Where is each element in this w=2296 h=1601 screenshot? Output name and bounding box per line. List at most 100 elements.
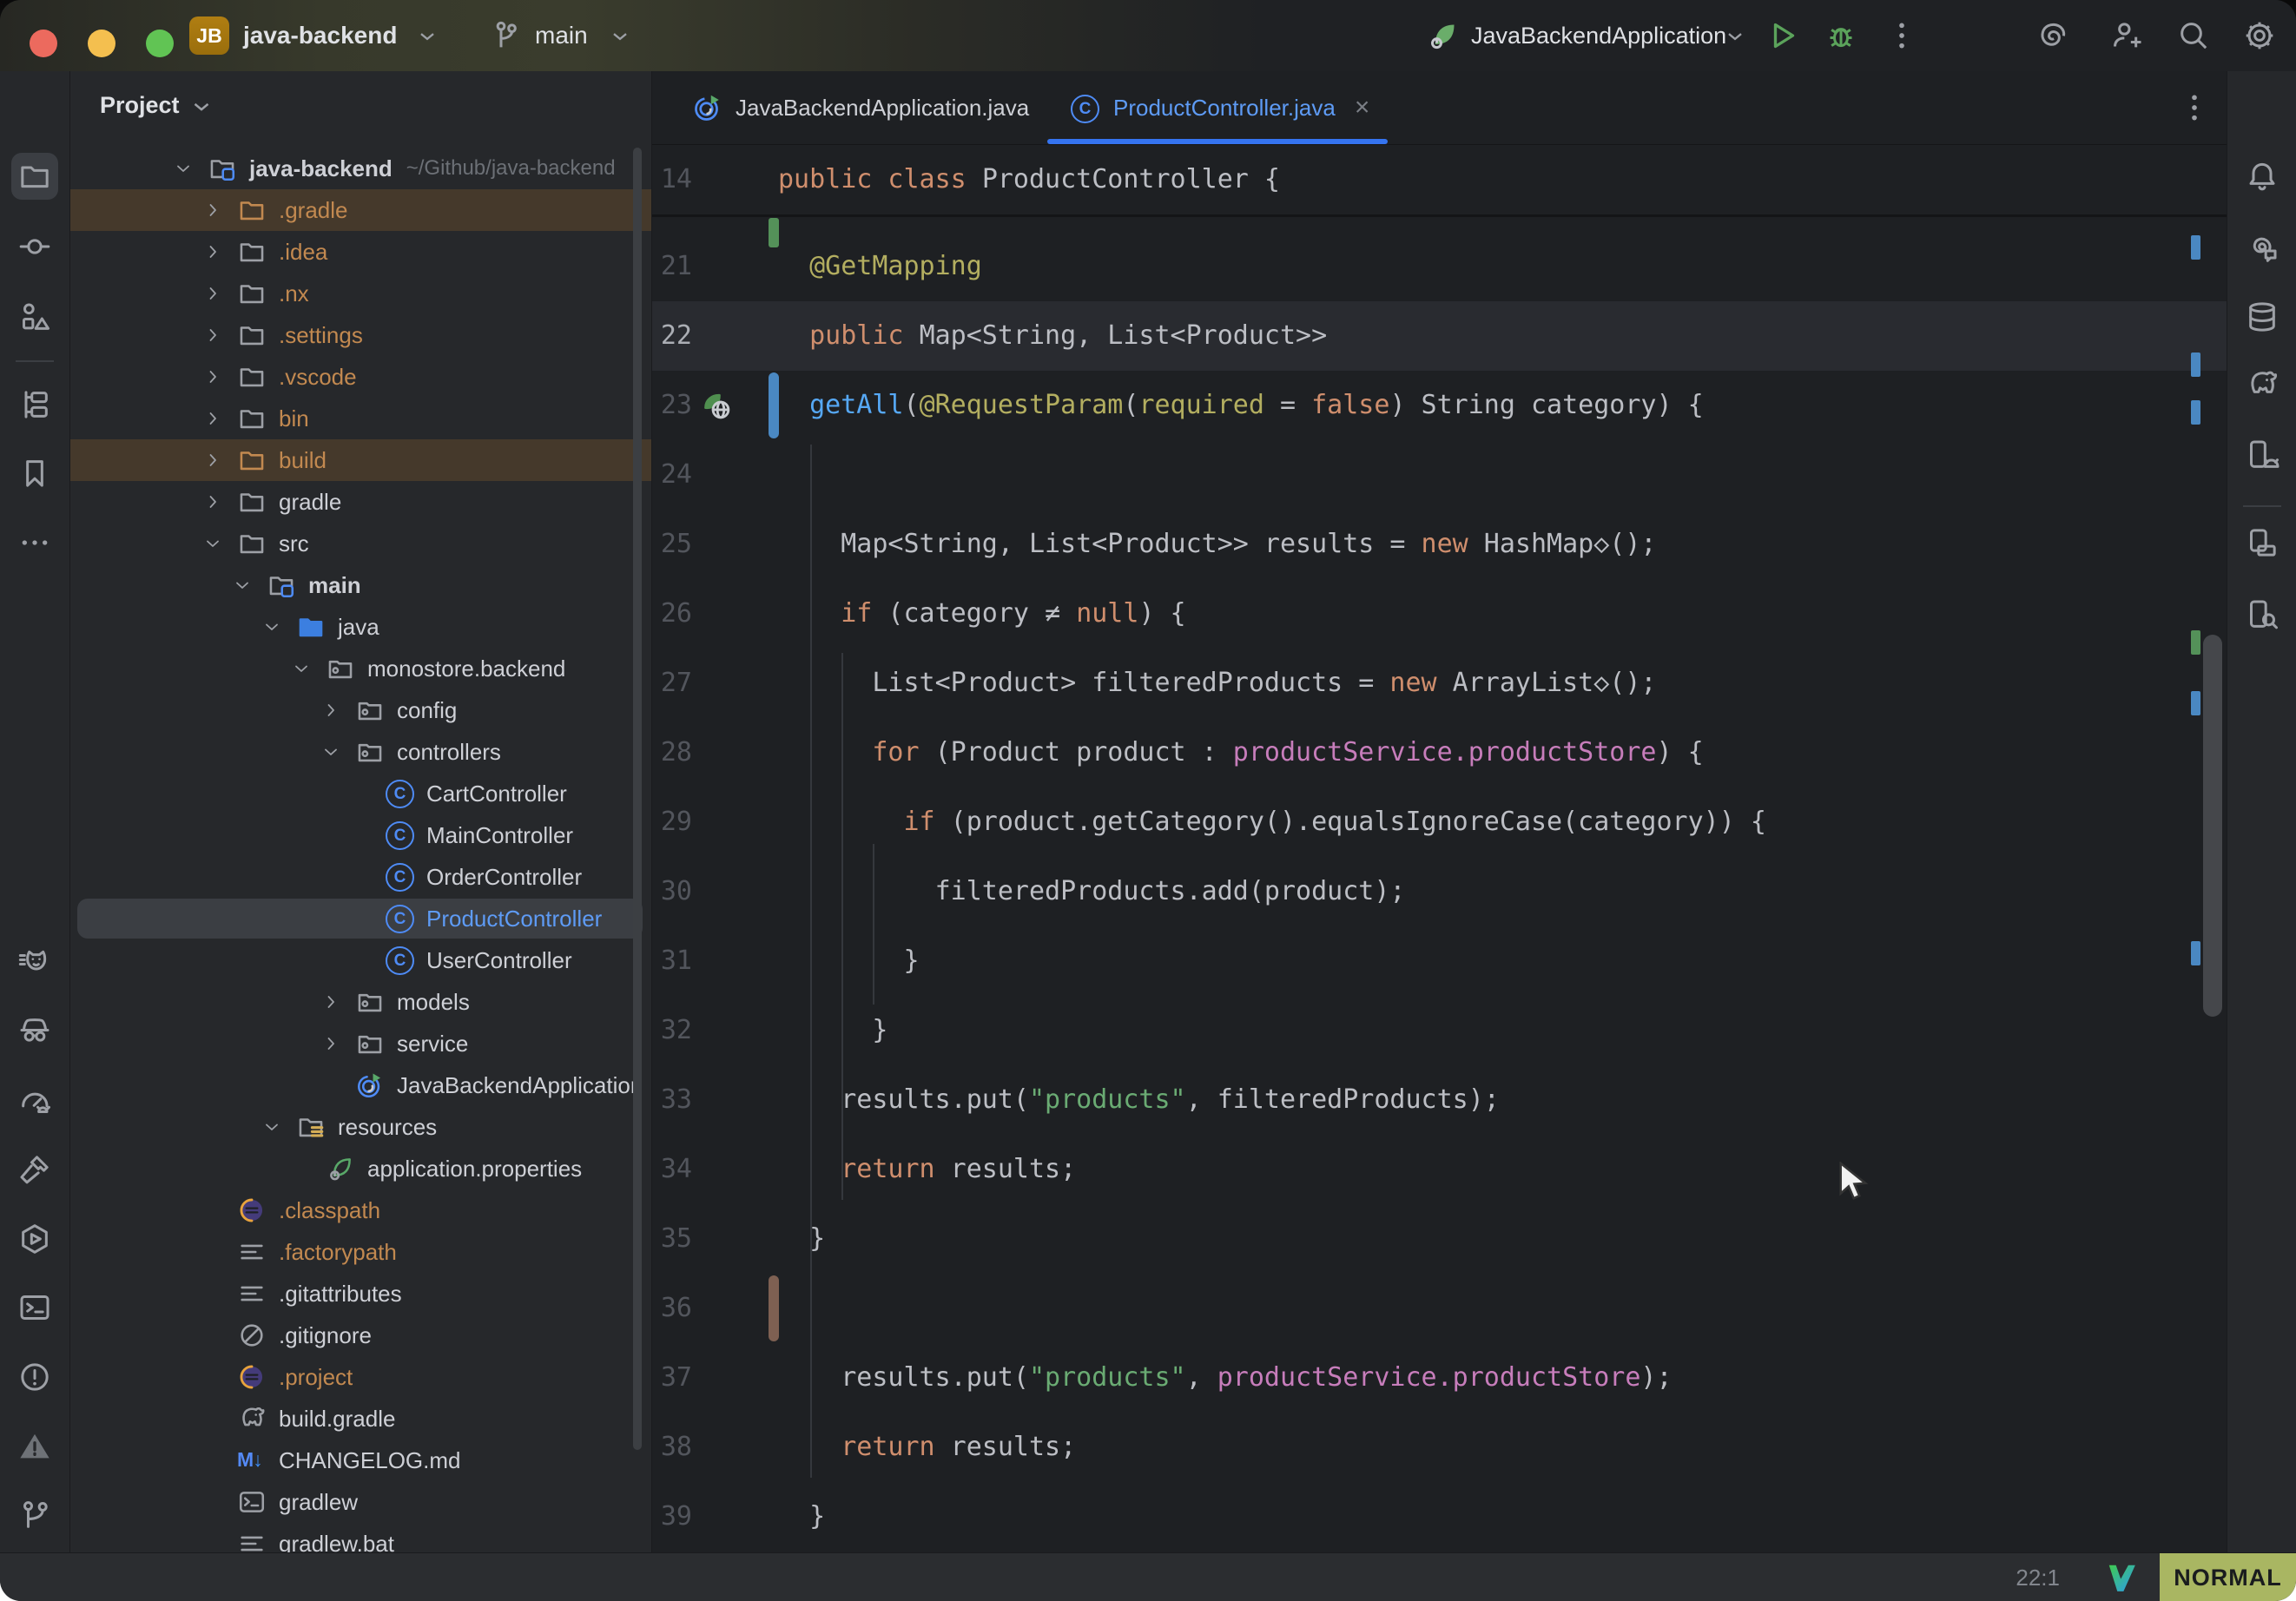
tree-item-bin[interactable]: bin xyxy=(70,398,651,439)
chevron-down-icon[interactable] xyxy=(232,575,253,596)
profiler-icon[interactable] xyxy=(17,1084,52,1118)
build-hammer-icon[interactable] xyxy=(17,1152,52,1187)
chevron-down-icon[interactable] xyxy=(202,533,223,554)
tab-productcontroller[interactable]: C ProductController.java × xyxy=(1047,71,1392,144)
chevron-right-icon[interactable] xyxy=(320,992,341,1012)
tree-item-models[interactable]: models xyxy=(70,981,651,1023)
line-number[interactable]: 29 xyxy=(652,787,692,857)
tree-item-build-gradle[interactable]: build.gradle xyxy=(70,1398,651,1440)
tree-item-config[interactable]: config xyxy=(70,689,651,731)
close-icon[interactable]: × xyxy=(1355,95,1370,121)
line-number[interactable]: 14 xyxy=(652,145,692,214)
chevron-right-icon[interactable] xyxy=(320,1033,341,1054)
line-number[interactable]: 24 xyxy=(652,440,692,510)
code-text[interactable]: } xyxy=(652,1204,2227,1274)
code-text[interactable]: @GetMapping xyxy=(652,232,2227,301)
line-number[interactable]: 34 xyxy=(652,1135,692,1204)
code-text[interactable]: results.put("products", productService.p… xyxy=(652,1343,2227,1413)
tree-item-monostore-backend[interactable]: monostore.backend xyxy=(70,648,651,689)
run-icon[interactable] xyxy=(1765,18,1799,53)
rest-endpoint-icon[interactable] xyxy=(701,390,734,423)
tree-item--nx[interactable]: .nx xyxy=(70,273,651,314)
code-text[interactable]: if (product.getCategory().equalsIgnoreCa… xyxy=(652,787,2227,857)
device-explorer-icon[interactable] xyxy=(2245,597,2280,632)
code-text[interactable]: for (Product product : productService.pr… xyxy=(652,718,2227,787)
git-branch-icon[interactable] xyxy=(17,1498,52,1532)
line-number[interactable]: 35 xyxy=(652,1204,692,1274)
tree-item-cartcontroller[interactable]: CCartController xyxy=(70,773,651,814)
chevron-right-icon[interactable] xyxy=(202,200,223,221)
more-kebab-icon[interactable] xyxy=(1884,18,1919,53)
line-number[interactable]: 36 xyxy=(652,1274,692,1343)
editor-options-kebab-icon[interactable] xyxy=(2177,90,2212,125)
tree-item-src[interactable]: src xyxy=(70,523,651,564)
line-number[interactable]: 26 xyxy=(652,579,692,649)
notifications-bell-icon[interactable] xyxy=(2245,159,2280,194)
warning-icon[interactable] xyxy=(17,1429,52,1464)
tree-item-maincontroller[interactable]: CMainController xyxy=(70,814,651,856)
branch-selector[interactable]: main xyxy=(535,0,588,71)
tree-item-gradlew-bat[interactable]: gradlew.bat xyxy=(70,1523,651,1552)
tree-item-controllers[interactable]: controllers xyxy=(70,731,651,773)
line-number[interactable]: 37 xyxy=(652,1343,692,1413)
line-number[interactable]: 23 xyxy=(652,371,692,440)
project-folder-icon[interactable] xyxy=(17,159,52,194)
ai-swirl-icon[interactable] xyxy=(2035,18,2070,53)
tree-item-javabackendapplication[interactable]: JavaBackendApplication xyxy=(70,1064,651,1106)
line-number[interactable]: 22 xyxy=(652,301,692,371)
bookmarks-icon[interactable] xyxy=(17,456,52,491)
add-user-icon[interactable] xyxy=(2108,18,2143,53)
settings-gear-icon[interactable] xyxy=(2242,18,2277,53)
line-number[interactable]: 32 xyxy=(652,996,692,1065)
line-number[interactable]: 21 xyxy=(652,232,692,301)
run-configuration-selector[interactable]: JavaBackendApplication xyxy=(1471,0,1726,71)
code-text[interactable]: if (category ≠ null) { xyxy=(652,579,2227,649)
database-icon[interactable] xyxy=(2245,300,2280,334)
code-text[interactable]: Map<String, List<Product>> results = new… xyxy=(652,510,2227,579)
line-number[interactable]: 27 xyxy=(652,649,692,718)
hierarchy-icon[interactable] xyxy=(17,387,52,422)
code-text[interactable]: results.put("products", filteredProducts… xyxy=(652,1065,2227,1135)
search-icon[interactable] xyxy=(2176,18,2211,53)
commit-icon[interactable] xyxy=(17,229,52,264)
chevron-down-icon[interactable] xyxy=(291,658,312,679)
gradle-icon[interactable] xyxy=(2245,367,2280,402)
tree-item-gradlew[interactable]: gradlew xyxy=(70,1481,651,1523)
running-devices-icon[interactable] xyxy=(2245,525,2280,560)
tree-item-ordercontroller[interactable]: COrderController xyxy=(70,856,651,898)
tree-item-build[interactable]: build xyxy=(70,439,651,481)
line-number[interactable]: 31 xyxy=(652,926,692,996)
tree-item--classpath[interactable]: .classpath xyxy=(70,1189,651,1231)
tree-item--settings[interactable]: .settings xyxy=(70,314,651,356)
tree-item-usercontroller[interactable]: CUserController xyxy=(70,939,651,981)
chevron-right-icon[interactable] xyxy=(202,283,223,304)
caret-position[interactable]: 22:1 xyxy=(2016,1553,2060,1601)
project-panel-header[interactable]: Project xyxy=(100,90,214,120)
code-text[interactable]: public Map<String, List<Product>> xyxy=(652,301,2227,371)
tree-item-application-properties[interactable]: application.properties xyxy=(70,1148,651,1189)
ideavim-icon[interactable] xyxy=(2105,1561,2138,1594)
tree-item-java[interactable]: java xyxy=(70,606,651,648)
line-number[interactable]: 33 xyxy=(652,1065,692,1135)
chevron-right-icon[interactable] xyxy=(202,325,223,346)
tree-item-java-backend[interactable]: java-backend~/Github/java-backend xyxy=(70,148,651,189)
code-viewport[interactable]: 14public class ProductController { 21 @G… xyxy=(652,145,2227,1552)
code-text[interactable]: getAll(@RequestParam(required = false) S… xyxy=(652,371,2227,440)
chevron-down-icon[interactable] xyxy=(261,616,282,637)
chevron-down-icon[interactable] xyxy=(173,158,194,179)
project-selector[interactable]: java-backend xyxy=(243,0,397,71)
structure-icon[interactable] xyxy=(17,300,52,334)
line-number[interactable]: 25 xyxy=(652,510,692,579)
terminal-icon[interactable] xyxy=(17,1290,52,1325)
chevron-down-icon[interactable] xyxy=(261,1117,282,1137)
problems-icon[interactable] xyxy=(17,1360,52,1394)
vim-mode-badge[interactable]: NORMAL xyxy=(2160,1553,2296,1601)
chevron-right-icon[interactable] xyxy=(202,408,223,429)
window-close-button[interactable] xyxy=(30,30,57,57)
chevron-right-icon[interactable] xyxy=(202,491,223,512)
line-number[interactable]: 28 xyxy=(652,718,692,787)
device-manager-icon[interactable] xyxy=(2245,438,2280,472)
code-text[interactable] xyxy=(652,1274,2227,1343)
chevron-down-icon[interactable] xyxy=(320,741,341,762)
chevron-right-icon[interactable] xyxy=(202,366,223,387)
